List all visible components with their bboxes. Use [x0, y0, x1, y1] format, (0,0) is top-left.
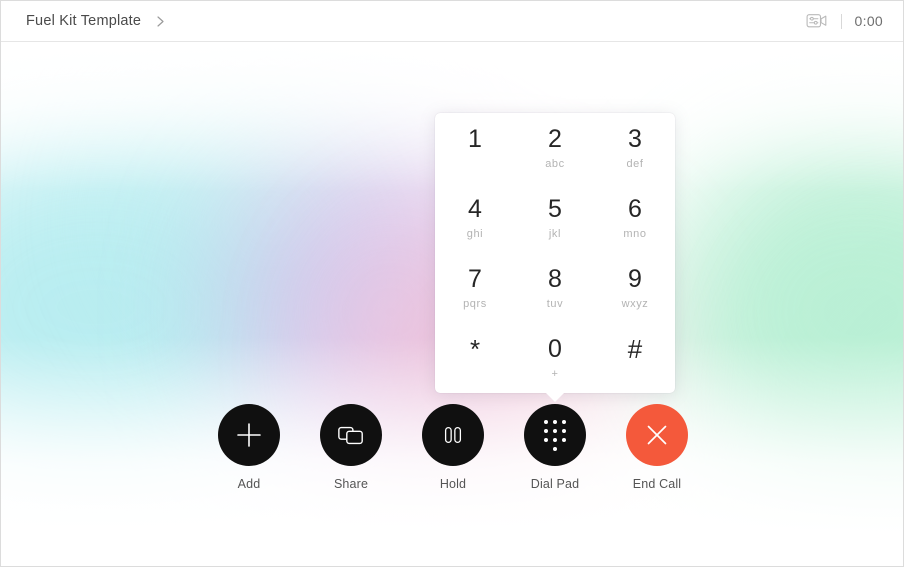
video-settings-icon[interactable]	[806, 12, 828, 30]
add-button[interactable]	[218, 404, 280, 466]
breadcrumb[interactable]: Fuel Kit Template	[26, 13, 167, 29]
dial-pad-dot	[562, 428, 566, 433]
dial-key-letters: abc	[545, 157, 565, 170]
dial-key-star[interactable]: *	[435, 323, 515, 393]
dial-pad-dot	[544, 437, 548, 442]
dial-key-8[interactable]: 8 tuv	[515, 253, 595, 323]
dial-key-2[interactable]: 2 abc	[515, 113, 595, 183]
dial-key-digit: 1	[468, 124, 482, 153]
dial-key-digit: 2	[548, 124, 562, 153]
header-status-group: 0:00	[806, 12, 883, 30]
plus-icon	[234, 420, 264, 450]
call-timer: 0:00	[854, 13, 883, 29]
dial-key-letters: mno	[623, 227, 647, 240]
dial-key-5[interactable]: 5 jkl	[515, 183, 595, 253]
dial-pad-dot	[544, 419, 548, 424]
dial-pad-dots-icon	[544, 419, 566, 451]
dial-key-digit: 7	[468, 264, 482, 293]
dial-key-letters: ghi	[466, 227, 484, 240]
dial-key-letters: def	[626, 157, 644, 170]
close-x-icon	[642, 420, 672, 450]
control-label: Dial Pad	[530, 477, 580, 491]
dial-key-6[interactable]: 6 mno	[595, 183, 675, 253]
call-controls-bar: Add Share Hold Dial Pad End Call	[1, 404, 903, 491]
dial-pad-dot	[553, 428, 557, 433]
header-separator	[840, 13, 842, 29]
dial-key-1[interactable]: 1	[435, 113, 515, 183]
app-header: Fuel Kit Template 0:00	[1, 1, 903, 42]
end-call-button[interactable]	[626, 404, 688, 466]
dial-key-letters: wxyz	[621, 297, 649, 310]
dial-key-digit: 4	[468, 194, 482, 223]
control-dial-pad[interactable]: Dial Pad	[524, 404, 586, 491]
dial-key-3[interactable]: 3 def	[595, 113, 675, 183]
dial-pad-dot	[544, 428, 548, 433]
dial-key-0[interactable]: 0 +	[515, 323, 595, 393]
dial-pad-dot	[553, 446, 557, 451]
control-label: Add	[237, 477, 261, 491]
control-label: Share	[333, 477, 369, 491]
dial-key-digit: 0	[548, 334, 562, 363]
screen-share-icon	[337, 423, 365, 448]
control-share[interactable]: Share	[320, 404, 382, 491]
dial-pad-dot	[562, 419, 566, 424]
gradient-blob-green-2	[791, 242, 903, 542]
dial-pad-dot	[562, 437, 566, 442]
dial-key-letters: tuv	[546, 297, 564, 310]
control-hold[interactable]: Hold	[422, 404, 484, 491]
hold-button[interactable]	[422, 404, 484, 466]
dial-key-digit: 9	[628, 264, 642, 293]
dial-pad-panel[interactable]: 1 2 abc 3 def 4 ghi 5 jkl 6 mno 7 pqrs 8 tuv 9 wxyz * 0 + #	[435, 113, 675, 402]
dial-key-letters: jkl	[548, 227, 562, 240]
dial-key-4[interactable]: 4 ghi	[435, 183, 515, 253]
call-window: Fuel Kit Template 0:00 1 2 abc 3 def 4 g…	[0, 0, 904, 567]
share-button[interactable]	[320, 404, 382, 466]
control-label: Hold	[439, 477, 467, 491]
dial-key-digit: *	[469, 334, 481, 364]
dial-pad-dot	[553, 419, 557, 424]
dial-pad-dot	[553, 437, 557, 442]
dial-key-letters: +	[551, 367, 559, 380]
control-end-call[interactable]: End Call	[626, 404, 688, 491]
pause-icon	[441, 422, 465, 448]
dial-key-digit: 8	[548, 264, 562, 293]
control-label: End Call	[632, 477, 682, 491]
dial-key-digit: #	[627, 334, 643, 364]
gradient-blob-cyan-2	[121, 82, 421, 362]
chevron-right-icon[interactable]	[154, 15, 167, 28]
dial-pad-button[interactable]	[524, 404, 586, 466]
dial-key-7[interactable]: 7 pqrs	[435, 253, 515, 323]
dial-key-digit: 5	[548, 194, 562, 223]
dial-key-9[interactable]: 9 wxyz	[595, 253, 675, 323]
dial-key-digit: 6	[628, 194, 642, 223]
control-add[interactable]: Add	[218, 404, 280, 491]
dial-key-letters: pqrs	[463, 297, 487, 310]
dial-key-digit: 3	[628, 124, 642, 153]
dial-key-hash[interactable]: #	[595, 323, 675, 393]
page-title: Fuel Kit Template	[26, 13, 142, 29]
